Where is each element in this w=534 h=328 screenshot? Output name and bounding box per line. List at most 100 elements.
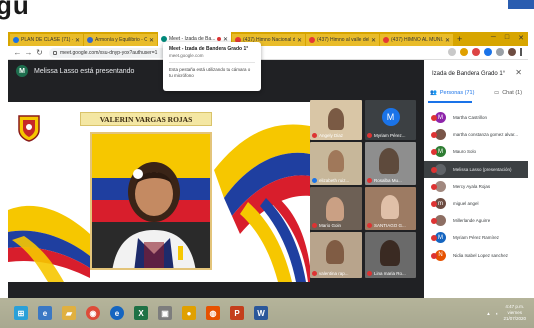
partial-heading-text: gu [0, 0, 30, 20]
close-window-button[interactable]: ✕ [518, 34, 524, 42]
menu-dots-icon[interactable] [520, 48, 522, 56]
school-shield-icon [18, 115, 40, 142]
tooltip-camera-note: Esta pestaña está utilizando tu cámara o… [169, 67, 251, 78]
edge-icon[interactable]: e [110, 306, 124, 320]
volume-icon[interactable]: ◐ [496, 311, 499, 316]
tile-name: Angely Diaz [312, 133, 343, 138]
participant-tile[interactable]: valentina rap... [310, 232, 362, 278]
mic-off-icon [367, 178, 372, 183]
internet-explorer-icon[interactable]: e [38, 306, 52, 320]
extension-icon[interactable] [460, 48, 468, 56]
mic-off-icon [431, 115, 437, 121]
tile-name: Mario Goin [312, 223, 341, 228]
url-field[interactable]: meet.google.com/xsu-dnyp-yox?authuser=1 [49, 47, 174, 58]
participant-list-item[interactable]: Melissa Lasso (presentación) [424, 160, 528, 178]
presenter-avatar: M [16, 65, 28, 77]
browser-tab-bar: PLAN DE CLASE (71) - relleB... ✕ Armonía… [8, 32, 528, 46]
mic-off-icon [367, 223, 372, 228]
presentation-slide: VALERIN VARGAS ROJAS [8, 102, 310, 282]
panel-title: Izada de Bandera Grado 1° [432, 71, 506, 77]
participant-list: M Martha Castrillon martha constanza gomez… [424, 109, 528, 264]
browser-tab[interactable]: (437) HIMNO AL MUNI... ✕ [380, 34, 453, 46]
tooltip-divider [169, 62, 255, 63]
participant-tile[interactable]: Rosalba Mu... [365, 142, 416, 185]
close-tab-icon[interactable]: ✕ [297, 37, 302, 44]
browser-tab[interactable]: (437) Himno al valle del... ✕ [306, 34, 379, 46]
chrome-icon[interactable]: ◉ [86, 306, 100, 320]
tab-people[interactable]: 👥 Personas (71) [430, 90, 474, 96]
youtube-favicon-icon [309, 37, 315, 43]
participant-tile[interactable]: elizabeth ruiz... [310, 142, 362, 185]
participant-tile[interactable]: Mario Goin [310, 187, 362, 230]
lock-icon [53, 50, 57, 55]
tab-label: (437) HIMNO AL MUNI... [391, 37, 443, 43]
close-tab-icon[interactable]: ✕ [445, 37, 450, 44]
chat-icon: ▭ [494, 90, 500, 96]
window-controls: ─ □ ✕ [491, 34, 524, 42]
tile-name: SANTIAGO G... [367, 223, 406, 228]
people-panel: Izada de Bandera Grado 1° ✕ 👥 Personas (… [424, 60, 528, 298]
tab-chat[interactable]: ▭ Chat (1) [494, 90, 522, 96]
app-icon[interactable]: ▣ [158, 306, 172, 320]
forward-arrow-icon[interactable]: → [23, 48, 34, 57]
mic-off-icon [431, 252, 437, 259]
close-tab-icon[interactable]: ✕ [371, 37, 376, 44]
people-icon: 👥 [430, 90, 437, 96]
close-tab-icon[interactable]: ✕ [75, 37, 80, 44]
tab-label: PLAN DE CLASE (71) - relleB... [21, 37, 73, 43]
top-strip: gu [0, 0, 534, 32]
tab-favicon-icon [87, 37, 93, 43]
participant-tile[interactable]: Lina maria Ro... [365, 232, 416, 278]
participant-list-item[interactable]: N Nidia Isabel Lopez sanchez [424, 247, 528, 264]
participant-tile[interactable]: M Myriam Pérez... [365, 100, 416, 140]
network-icon[interactable]: ▲ [486, 311, 490, 316]
system-clock[interactable]: 4:47 p.m. viernes 21/07/2020 [503, 304, 526, 322]
powerpoint-icon[interactable]: P [230, 306, 244, 320]
tile-name: Rosalba Mu... [367, 178, 402, 183]
participant-tile[interactable]: Angely Diaz [310, 100, 362, 140]
extension-icon[interactable] [484, 48, 492, 56]
reload-icon[interactable]: ↻ [34, 48, 45, 57]
participant-list-item[interactable]: M Martha Castrillon [424, 109, 528, 126]
extension-icon[interactable] [472, 48, 480, 56]
star-icon[interactable] [448, 48, 456, 56]
back-arrow-icon[interactable]: ← [12, 48, 23, 57]
participant-list-item[interactable]: Mercy Ayala Rojas [424, 178, 528, 195]
tooltip-url: meet.google.com [169, 53, 204, 58]
browser-tab[interactable]: PLAN DE CLASE (71) - relleB... ✕ [10, 34, 83, 46]
new-tab-button[interactable]: + [457, 34, 462, 44]
participant-name: Myriam Pérez Ramírez [453, 235, 500, 241]
address-bar: ← → ↻ meet.google.com/xsu-dnyp-yox?authu… [8, 46, 528, 60]
participant-list-item[interactable]: m miguel angel [424, 195, 528, 212]
profile-avatar[interactable] [508, 48, 516, 56]
mic-off-icon [431, 200, 437, 207]
tile-name: Lina maria Ro... [367, 271, 406, 276]
excel-icon[interactable]: X [134, 306, 148, 320]
close-panel-icon[interactable]: ✕ [515, 68, 522, 77]
mic-off-icon [367, 133, 372, 138]
participant-list-item[interactable]: M Myriam Pérez Ramírez [424, 229, 528, 246]
participant-list-item[interactable]: Millerlande Aguirre [424, 212, 528, 229]
word-icon[interactable]: W [254, 306, 268, 320]
extensions-puzzle-icon[interactable] [496, 48, 504, 56]
maximize-button[interactable]: □ [505, 34, 509, 42]
minimize-button[interactable]: ─ [491, 34, 496, 42]
recording-dot-icon [216, 37, 221, 41]
media-icon[interactable]: ● [182, 306, 196, 320]
file-explorer-icon[interactable]: ▰ [62, 306, 76, 320]
firefox-icon[interactable]: ◍ [206, 306, 220, 320]
participant-tile[interactable]: SANTIAGO G... [365, 187, 416, 230]
mic-off-icon [312, 133, 317, 138]
screen: gu PLAN DE CLASE (71) - relleB... ✕ Armo… [0, 0, 534, 328]
participant-list-item[interactable]: M Mauro Solo [424, 143, 528, 160]
meet-window: M Melissa Lasso está presentando VALERIN… [8, 60, 528, 298]
tab-chat-label: Chat (1) [502, 90, 523, 96]
windows-taskbar: ⊞ e ▰ ◉ e X ▣ ● ◍ P W ▲ ◐ 4:47 p.m. vier… [0, 298, 534, 328]
clock-date: 21/07/2020 [503, 316, 526, 321]
windows-start-icon[interactable]: ⊞ [14, 306, 28, 320]
tile-name: valentina rap... [312, 271, 349, 276]
close-tab-icon[interactable]: ✕ [149, 37, 154, 44]
browser-tab[interactable]: Armonía y Equilibrio - C... ✕ [84, 34, 157, 46]
participant-list-item[interactable]: martha constanza gomez alvar... [424, 126, 528, 143]
participant-name: Mercy Ayala Rojas [453, 183, 491, 189]
